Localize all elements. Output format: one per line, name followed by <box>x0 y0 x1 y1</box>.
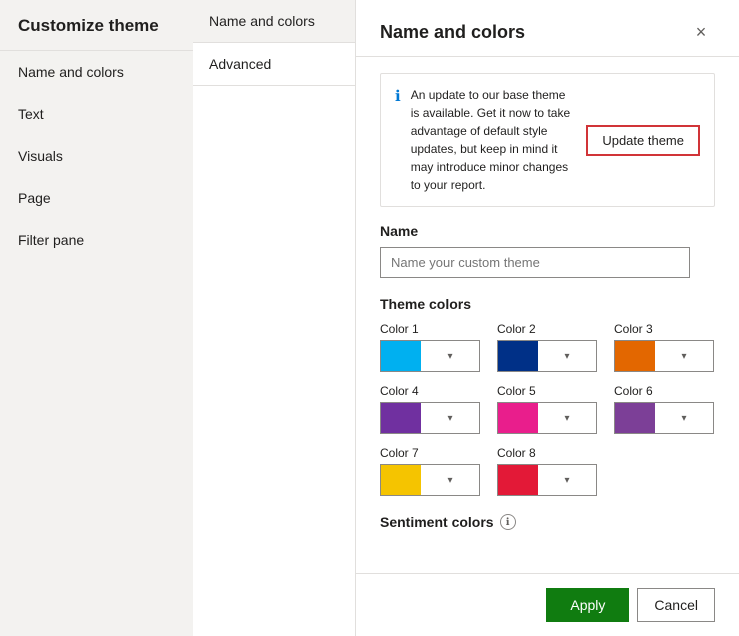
sidebar-item-name-colors[interactable]: Name and colors <box>0 51 193 93</box>
color-swatch-8 <box>498 465 538 495</box>
color-item-5: Color 5 ▾ <box>497 384 598 434</box>
info-banner: ℹ An update to our base theme is availab… <box>380 73 715 207</box>
color-swatch-5 <box>498 403 538 433</box>
main-header: Name and colors × <box>356 0 739 57</box>
color-dropdown-4[interactable]: ▾ <box>380 402 480 434</box>
update-theme-button[interactable]: Update theme <box>586 125 700 156</box>
info-text: An update to our base theme is available… <box>411 86 577 194</box>
color-chevron-icon-3: ▾ <box>655 351 713 362</box>
color-dropdown-7[interactable]: ▾ <box>380 464 480 496</box>
center-panel: Name and colors Advanced <box>193 0 356 636</box>
sidebar-item-filter-pane[interactable]: Filter pane <box>0 219 193 261</box>
info-icon: ℹ <box>395 87 401 105</box>
color-dropdown-5[interactable]: ▾ <box>497 402 597 434</box>
color-swatch-2 <box>498 341 538 371</box>
color-swatch-1 <box>381 341 421 371</box>
color-dropdown-3[interactable]: ▾ <box>614 340 714 372</box>
footer: Apply Cancel <box>356 573 739 636</box>
main-body: ℹ An update to our base theme is availab… <box>356 57 739 573</box>
color-item-2: Color 2 ▾ <box>497 322 598 372</box>
color-item-3: Color 3 ▾ <box>614 322 715 372</box>
color-swatch-4 <box>381 403 421 433</box>
color-chevron-icon-5: ▾ <box>538 413 596 424</box>
color-swatch-7 <box>381 465 421 495</box>
color-label-8: Color 8 <box>497 446 598 460</box>
color-chevron-icon-8: ▾ <box>538 475 596 486</box>
center-item-advanced[interactable]: Advanced <box>193 43 355 86</box>
main-content: Name and colors × ℹ An update to our bas… <box>356 0 739 636</box>
theme-colors-label: Theme colors <box>380 296 715 312</box>
color-label-4: Color 4 <box>380 384 481 398</box>
color-swatch-6 <box>615 403 655 433</box>
color-chevron-icon-6: ▾ <box>655 413 713 424</box>
color-label-1: Color 1 <box>380 322 481 336</box>
color-dropdown-8[interactable]: ▾ <box>497 464 597 496</box>
color-dropdown-1[interactable]: ▾ <box>380 340 480 372</box>
name-section-label: Name <box>380 223 715 239</box>
color-item-7: Color 7 ▾ <box>380 446 481 496</box>
sidebar-item-text[interactable]: Text <box>0 93 193 135</box>
sidebar-item-page[interactable]: Page <box>0 177 193 219</box>
color-chevron-icon-7: ▾ <box>421 475 479 486</box>
color-item-8: Color 8 ▾ <box>497 446 598 496</box>
sidebar: Customize theme Name and colors Text Vis… <box>0 0 193 636</box>
color-chevron-icon-2: ▾ <box>538 351 596 362</box>
center-item-name-and-colors[interactable]: Name and colors <box>193 0 355 43</box>
sidebar-item-visuals[interactable]: Visuals <box>0 135 193 177</box>
sentiment-info-icon[interactable]: ℹ <box>500 514 516 530</box>
sentiment-colors-label: Sentiment colors <box>380 514 494 530</box>
apply-button[interactable]: Apply <box>546 588 629 622</box>
sidebar-title: Customize theme <box>0 0 193 51</box>
color-item-6: Color 6 ▾ <box>614 384 715 434</box>
color-swatch-3 <box>615 341 655 371</box>
color-chevron-icon-4: ▾ <box>421 413 479 424</box>
color-item-4: Color 4 ▾ <box>380 384 481 434</box>
color-chevron-icon-1: ▾ <box>421 351 479 362</box>
color-label-3: Color 3 <box>614 322 715 336</box>
color-label-2: Color 2 <box>497 322 598 336</box>
theme-name-input[interactable] <box>380 247 690 278</box>
color-label-7: Color 7 <box>380 446 481 460</box>
close-button[interactable]: × <box>687 18 715 46</box>
color-label-6: Color 6 <box>614 384 715 398</box>
color-dropdown-6[interactable]: ▾ <box>614 402 714 434</box>
color-dropdown-2[interactable]: ▾ <box>497 340 597 372</box>
color-item-1: Color 1 ▾ <box>380 322 481 372</box>
cancel-button[interactable]: Cancel <box>637 588 715 622</box>
colors-grid: Color 1 ▾ Color 2 ▾ Color 3 ▾ Color 4 ▾ Color 5 ▾… <box>380 322 715 496</box>
main-title: Name and colors <box>380 22 525 43</box>
sentiment-row: Sentiment colors ℹ <box>380 514 715 530</box>
color-label-5: Color 5 <box>497 384 598 398</box>
